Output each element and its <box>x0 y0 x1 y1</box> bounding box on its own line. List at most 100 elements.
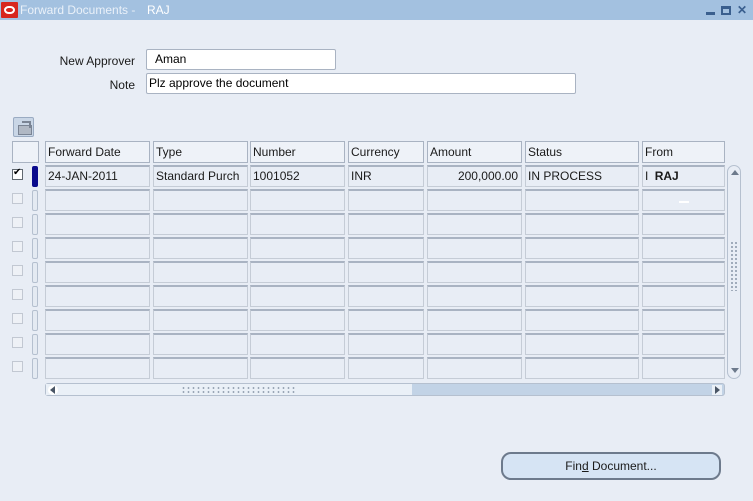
cell-from[interactable] <box>642 213 725 235</box>
row-current-indicator[interactable] <box>32 310 38 331</box>
column-header-amount[interactable]: Amount <box>427 141 522 163</box>
row-current-indicator[interactable] <box>32 358 38 379</box>
minimize-button[interactable] <box>703 3 717 17</box>
row-select-checkbox[interactable] <box>12 167 23 180</box>
cell-amount[interactable] <box>427 357 522 379</box>
row-select-checkbox[interactable] <box>12 193 23 204</box>
cell-from[interactable] <box>642 237 725 259</box>
row-select-checkbox[interactable] <box>12 289 23 300</box>
cell-currency[interactable] <box>348 189 424 211</box>
row-select-checkbox[interactable] <box>12 337 23 348</box>
cell-number[interactable]: 1001052 <box>250 165 345 187</box>
cell-amount[interactable] <box>427 261 522 283</box>
cell-forward-date[interactable]: 24-JAN-2011 <box>45 165 150 187</box>
cell-status[interactable] <box>525 261 639 283</box>
cell-from[interactable] <box>642 333 725 355</box>
find-document-button[interactable]: Find Document... <box>501 452 721 480</box>
column-header-currency[interactable]: Currency <box>348 141 424 163</box>
cell-currency[interactable] <box>348 285 424 307</box>
cell-number[interactable] <box>250 213 345 235</box>
cell-number[interactable] <box>250 333 345 355</box>
cell-amount[interactable] <box>427 285 522 307</box>
cell-type[interactable] <box>153 189 248 211</box>
cell-status[interactable] <box>525 285 639 307</box>
row-current-indicator[interactable] <box>32 214 38 235</box>
cell-amount[interactable] <box>427 237 522 259</box>
cell-forward-date[interactable] <box>45 333 150 355</box>
cell-type[interactable] <box>153 357 248 379</box>
cell-forward-date[interactable] <box>45 357 150 379</box>
row-current-indicator[interactable] <box>32 166 38 187</box>
cell-currency[interactable] <box>348 333 424 355</box>
maximize-button[interactable] <box>719 3 733 17</box>
cell-status[interactable] <box>525 213 639 235</box>
cell-type[interactable] <box>153 237 248 259</box>
cell-amount[interactable] <box>427 189 522 211</box>
cell-number[interactable] <box>250 357 345 379</box>
row-select-checkbox[interactable] <box>12 241 23 252</box>
row-current-indicator[interactable] <box>32 334 38 355</box>
cell-currency[interactable]: INR <box>348 165 424 187</box>
cell-status[interactable]: IN PROCESS <box>525 165 639 187</box>
scroll-up-arrow-icon[interactable] <box>731 170 739 175</box>
cell-number[interactable] <box>250 237 345 259</box>
cell-from[interactable] <box>642 189 725 211</box>
cell-type[interactable] <box>153 333 248 355</box>
cell-type[interactable] <box>153 309 248 331</box>
row-current-indicator[interactable] <box>32 262 38 283</box>
column-header-forward-date[interactable]: Forward Date <box>45 141 150 163</box>
cell-currency[interactable] <box>348 237 424 259</box>
cell-currency[interactable] <box>348 357 424 379</box>
cell-forward-date[interactable] <box>45 237 150 259</box>
row-select-checkbox[interactable] <box>12 313 23 324</box>
column-header-type[interactable]: Type <box>153 141 248 163</box>
column-header-from[interactable]: From <box>642 141 725 163</box>
cell-type[interactable] <box>153 285 248 307</box>
cell-currency[interactable] <box>348 309 424 331</box>
cell-status[interactable] <box>525 333 639 355</box>
cell-forward-date[interactable] <box>45 285 150 307</box>
note-field[interactable]: Plz approve the document <box>146 73 576 94</box>
row-current-indicator[interactable] <box>32 286 38 307</box>
cell-forward-date[interactable] <box>45 189 150 211</box>
cell-number[interactable] <box>250 285 345 307</box>
cell-amount[interactable] <box>427 333 522 355</box>
cell-status[interactable] <box>525 309 639 331</box>
cell-currency[interactable] <box>348 213 424 235</box>
cell-type[interactable]: Standard Purch <box>153 165 248 187</box>
vertical-scroll-thumb[interactable] <box>730 241 738 291</box>
cell-forward-date[interactable] <box>45 213 150 235</box>
cell-number[interactable] <box>250 261 345 283</box>
cell-forward-date[interactable] <box>45 261 150 283</box>
scroll-right-arrow-icon[interactable] <box>712 385 722 395</box>
cell-from[interactable] <box>642 309 725 331</box>
cell-amount[interactable] <box>427 213 522 235</box>
cell-from[interactable]: I RAJ <box>642 165 725 187</box>
cell-status[interactable] <box>525 237 639 259</box>
cell-status[interactable] <box>525 357 639 379</box>
column-header-status[interactable]: Status <box>525 141 639 163</box>
scroll-left-arrow-icon[interactable] <box>48 385 58 395</box>
scroll-down-arrow-icon[interactable] <box>731 368 739 373</box>
cell-currency[interactable] <box>348 261 424 283</box>
cell-forward-date[interactable] <box>45 309 150 331</box>
cell-from[interactable] <box>642 285 725 307</box>
folder-button[interactable] <box>13 117 34 137</box>
cell-from[interactable] <box>642 261 725 283</box>
vertical-scrollbar[interactable] <box>727 165 741 379</box>
row-current-indicator[interactable] <box>32 238 38 259</box>
row-current-indicator[interactable] <box>32 190 38 211</box>
close-button[interactable]: ✕ <box>735 3 749 17</box>
cell-amount[interactable] <box>427 309 522 331</box>
cell-number[interactable] <box>250 189 345 211</box>
column-header-number[interactable]: Number <box>250 141 345 163</box>
row-select-checkbox[interactable] <box>12 361 23 372</box>
row-select-checkbox[interactable] <box>12 265 23 276</box>
cell-status[interactable] <box>525 189 639 211</box>
new-approver-field[interactable]: Aman <box>146 49 336 70</box>
cell-from[interactable] <box>642 357 725 379</box>
row-select-checkbox[interactable] <box>12 217 23 228</box>
horizontal-scrollbar[interactable] <box>45 383 725 396</box>
cell-number[interactable] <box>250 309 345 331</box>
cell-type[interactable] <box>153 261 248 283</box>
